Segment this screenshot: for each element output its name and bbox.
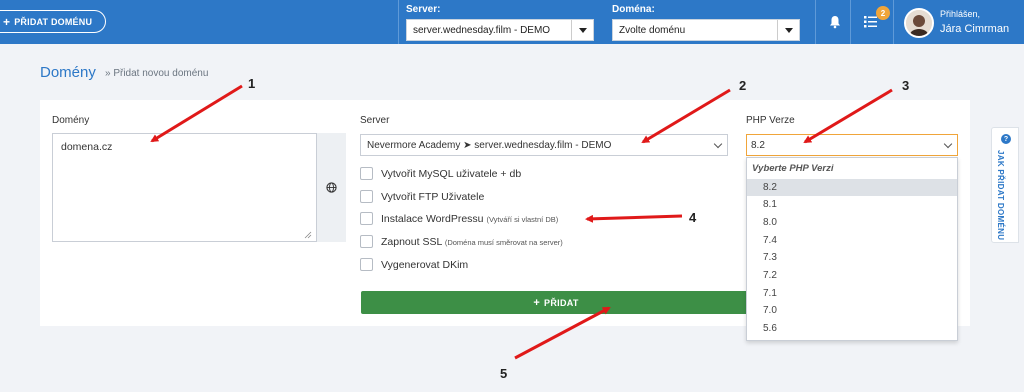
php-field-label: PHP Verze (746, 115, 795, 126)
server-label: Server: (406, 4, 441, 15)
resize-grip-icon[interactable] (304, 231, 312, 239)
php-option[interactable]: 7.0 (747, 302, 957, 319)
php-option[interactable]: 7.2 (747, 267, 957, 284)
checkbox-wordpress[interactable]: Instalace WordPressu (Vytváří si vlastní… (360, 212, 558, 225)
divider (850, 0, 851, 44)
submit-button[interactable]: + PŘIDAT (361, 291, 751, 314)
dns-globe-button[interactable] (316, 133, 346, 242)
help-side-tab-label: JAK PŘIDAT DOMÉNU (996, 150, 1005, 241)
domains-textarea-value: domena.cz (61, 141, 113, 153)
top-bar: + PŘIDAT DOMÉNU Server: server.wednesday… (0, 0, 1024, 44)
php-option[interactable]: 7.1 (747, 285, 957, 302)
divider (893, 0, 894, 44)
checkbox-ftp[interactable]: Vytvořit FTP Uživatele (360, 190, 484, 203)
add-domain-label: PŘIDAT DOMÉNU (14, 16, 93, 27)
checkbox[interactable] (360, 167, 373, 180)
submit-label: PŘIDAT (544, 297, 579, 308)
php-version-dropdown: Vyberte PHP Verzi 8.2 8.1 8.0 7.4 7.3 7.… (746, 157, 958, 341)
domain-select[interactable]: Zvolte doménu (612, 19, 800, 41)
checkbox-label: Vygenerovat DKim (381, 258, 469, 271)
checkbox-ssl[interactable]: Zapnout SSL (Doména musí směrovat na ser… (360, 235, 563, 248)
bell-icon[interactable] (829, 15, 841, 29)
page-title: Domény (40, 64, 96, 81)
annotation-number: 2 (739, 78, 747, 93)
server-select-field-value: Nevermore Academy ➤ server.wednesday.fil… (367, 139, 612, 151)
checkbox-note: (Doména musí směrovat na server) (444, 237, 563, 247)
php-version-select[interactable]: 8.2 (746, 134, 958, 156)
checkbox[interactable] (360, 212, 373, 225)
annotation-number: 1 (248, 76, 256, 91)
divider (815, 0, 816, 44)
annotation-number: 3 (902, 78, 910, 93)
checkbox-label-text: Zapnout SSL (381, 235, 442, 248)
checkbox-label-text: Instalace WordPressu (381, 212, 484, 225)
php-option[interactable]: 8.0 (747, 214, 957, 231)
domain-label: Doména: (612, 4, 655, 15)
chevron-down-icon (943, 139, 953, 149)
checkbox-note: (Vytváří si vlastní DB) (486, 214, 559, 224)
notification-badge: 2 (876, 6, 890, 20)
checkbox-label: Instalace WordPressu (Vytváří si vlastní… (381, 213, 558, 225)
annotation-number: 4 (689, 210, 697, 225)
checkbox-dkim[interactable]: Vygenerovat DKim (360, 258, 468, 271)
plus-icon: + (533, 296, 541, 309)
server-select-field[interactable]: Nevermore Academy ➤ server.wednesday.fil… (360, 134, 728, 156)
server-select-value: server.wednesday.film - DEMO (413, 24, 551, 36)
checkbox[interactable] (360, 258, 373, 271)
php-option[interactable]: 7.4 (747, 232, 957, 249)
annotation-number: 5 (500, 366, 508, 381)
domains-field-label: Domény (52, 115, 90, 126)
plus-icon: + (3, 14, 11, 29)
user-portrait-icon (906, 10, 932, 36)
php-option[interactable]: 7.3 (747, 249, 957, 266)
php-option[interactable]: 8.1 (747, 196, 957, 213)
domains-textarea[interactable]: domena.cz (52, 133, 346, 242)
php-option[interactable]: 8.2 (747, 179, 957, 196)
avatar[interactable] (904, 8, 934, 38)
checkbox-label: Vytvořit MySQL uživatele + db (381, 167, 522, 180)
divider (398, 0, 399, 44)
server-field-label: Server (360, 115, 390, 126)
breadcrumb: » Přidat novou doménu (105, 68, 209, 79)
server-select[interactable]: server.wednesday.film - DEMO (406, 19, 594, 41)
checkbox[interactable] (360, 235, 373, 248)
checkbox-mysql[interactable]: Vytvořit MySQL uživatele + db (360, 167, 521, 180)
checkbox[interactable] (360, 190, 373, 203)
chevron-down-icon (571, 20, 593, 40)
php-option[interactable]: 5.6 (747, 320, 957, 337)
chevron-down-icon (777, 20, 799, 40)
add-domain-button[interactable]: + PŘIDAT DOMÉNU (0, 10, 106, 33)
dropdown-group-header: Vyberte PHP Verzi (752, 163, 834, 174)
checkbox-label: Vytvořit FTP Uživatele (381, 190, 485, 203)
user-name[interactable]: Jára Cimrman (940, 23, 1009, 35)
task-list-icon[interactable] (864, 15, 877, 28)
php-version-value: 8.2 (751, 139, 765, 151)
help-side-tab[interactable]: ? JAK PŘIDAT DOMÉNU (991, 127, 1019, 243)
domain-select-value: Zvolte doménu (619, 24, 686, 36)
checkbox-label: Zapnout SSL (Doména musí směrovat na ser… (381, 236, 563, 248)
globe-icon (326, 182, 337, 193)
user-greeting: Přihlášen, (940, 9, 981, 19)
chevron-down-icon (713, 139, 723, 149)
question-icon: ? (1001, 134, 1011, 144)
